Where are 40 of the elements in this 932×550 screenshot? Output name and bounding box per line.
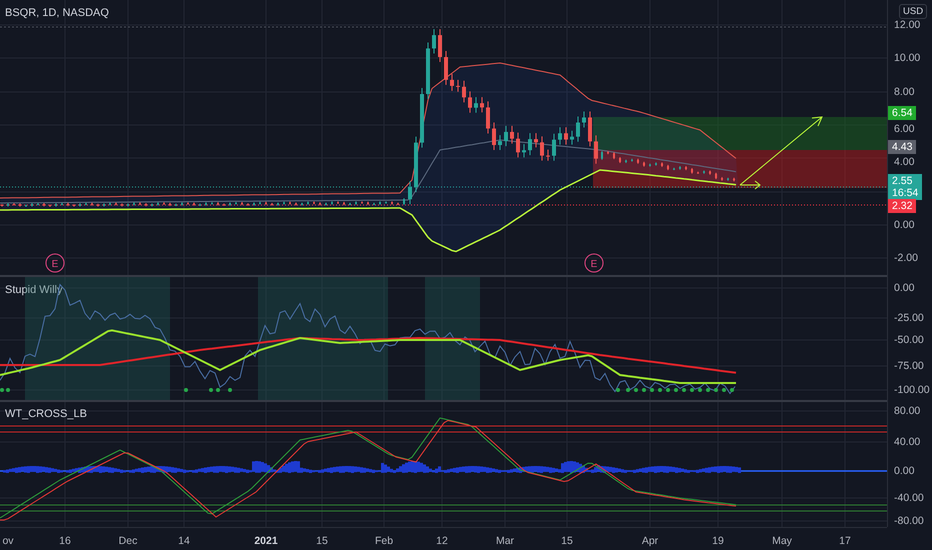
price-axis-label: -100.00 [894, 384, 930, 396]
time-axis-label: ov [2, 535, 14, 547]
time-axis-label: 19 [712, 535, 724, 547]
time-axis-label: May [772, 535, 792, 547]
price-axis-label: 0.00 [894, 465, 914, 477]
currency-label[interactable]: USD [899, 4, 928, 19]
price-axis-label: 40.00 [894, 436, 920, 448]
earnings-marker[interactable]: E [584, 254, 604, 272]
time-axis-label: Mar [496, 535, 514, 547]
price-axis-label: 10.00 [894, 52, 920, 64]
price-axis-label: 12.00 [894, 19, 920, 31]
earnings-marker[interactable]: E [46, 254, 64, 272]
price-axis-label: 8.00 [894, 86, 914, 98]
time-axis-label: 14 [178, 535, 190, 547]
time-axis-label: 15 [561, 535, 573, 547]
price-axis-label: -2.00 [894, 252, 918, 264]
price-tag: 6.54 [888, 106, 916, 120]
price-axis-label: 80.00 [894, 405, 920, 417]
time-axis-label: 17 [839, 535, 851, 547]
time-axis-label: 16 [59, 535, 71, 547]
price-axis-label: 0.00 [894, 219, 914, 231]
time-axis-label: 15 [316, 535, 328, 547]
chart-title: BSQR, 1D, NASDAQ [5, 7, 109, 19]
time-axis-label: 12 [436, 535, 448, 547]
time-axis-label: 2021 [254, 535, 278, 547]
price-axis-label: -80.00 [894, 515, 924, 527]
price-axis-label: -50.00 [894, 334, 924, 346]
time-axis-label: Feb [374, 535, 394, 547]
pane-title: WT_CROSS_LB [5, 408, 87, 420]
price-axis-label: -75.00 [894, 360, 924, 372]
price-axis-label: 6.00 [894, 123, 914, 135]
price-tag: 4.43 [888, 140, 916, 154]
price-axis-label: -40.00 [894, 492, 924, 504]
price-axis-label: 4.00 [894, 156, 914, 168]
time-axis-label: Dec [118, 535, 138, 547]
price-tag: 2.55 16:54 [888, 174, 922, 200]
price-tag: 2.32 [888, 199, 916, 213]
price-axis-label: -25.00 [894, 312, 924, 324]
time-axis-label: Apr [642, 535, 658, 547]
price-axis-label: 0.00 [894, 282, 914, 294]
